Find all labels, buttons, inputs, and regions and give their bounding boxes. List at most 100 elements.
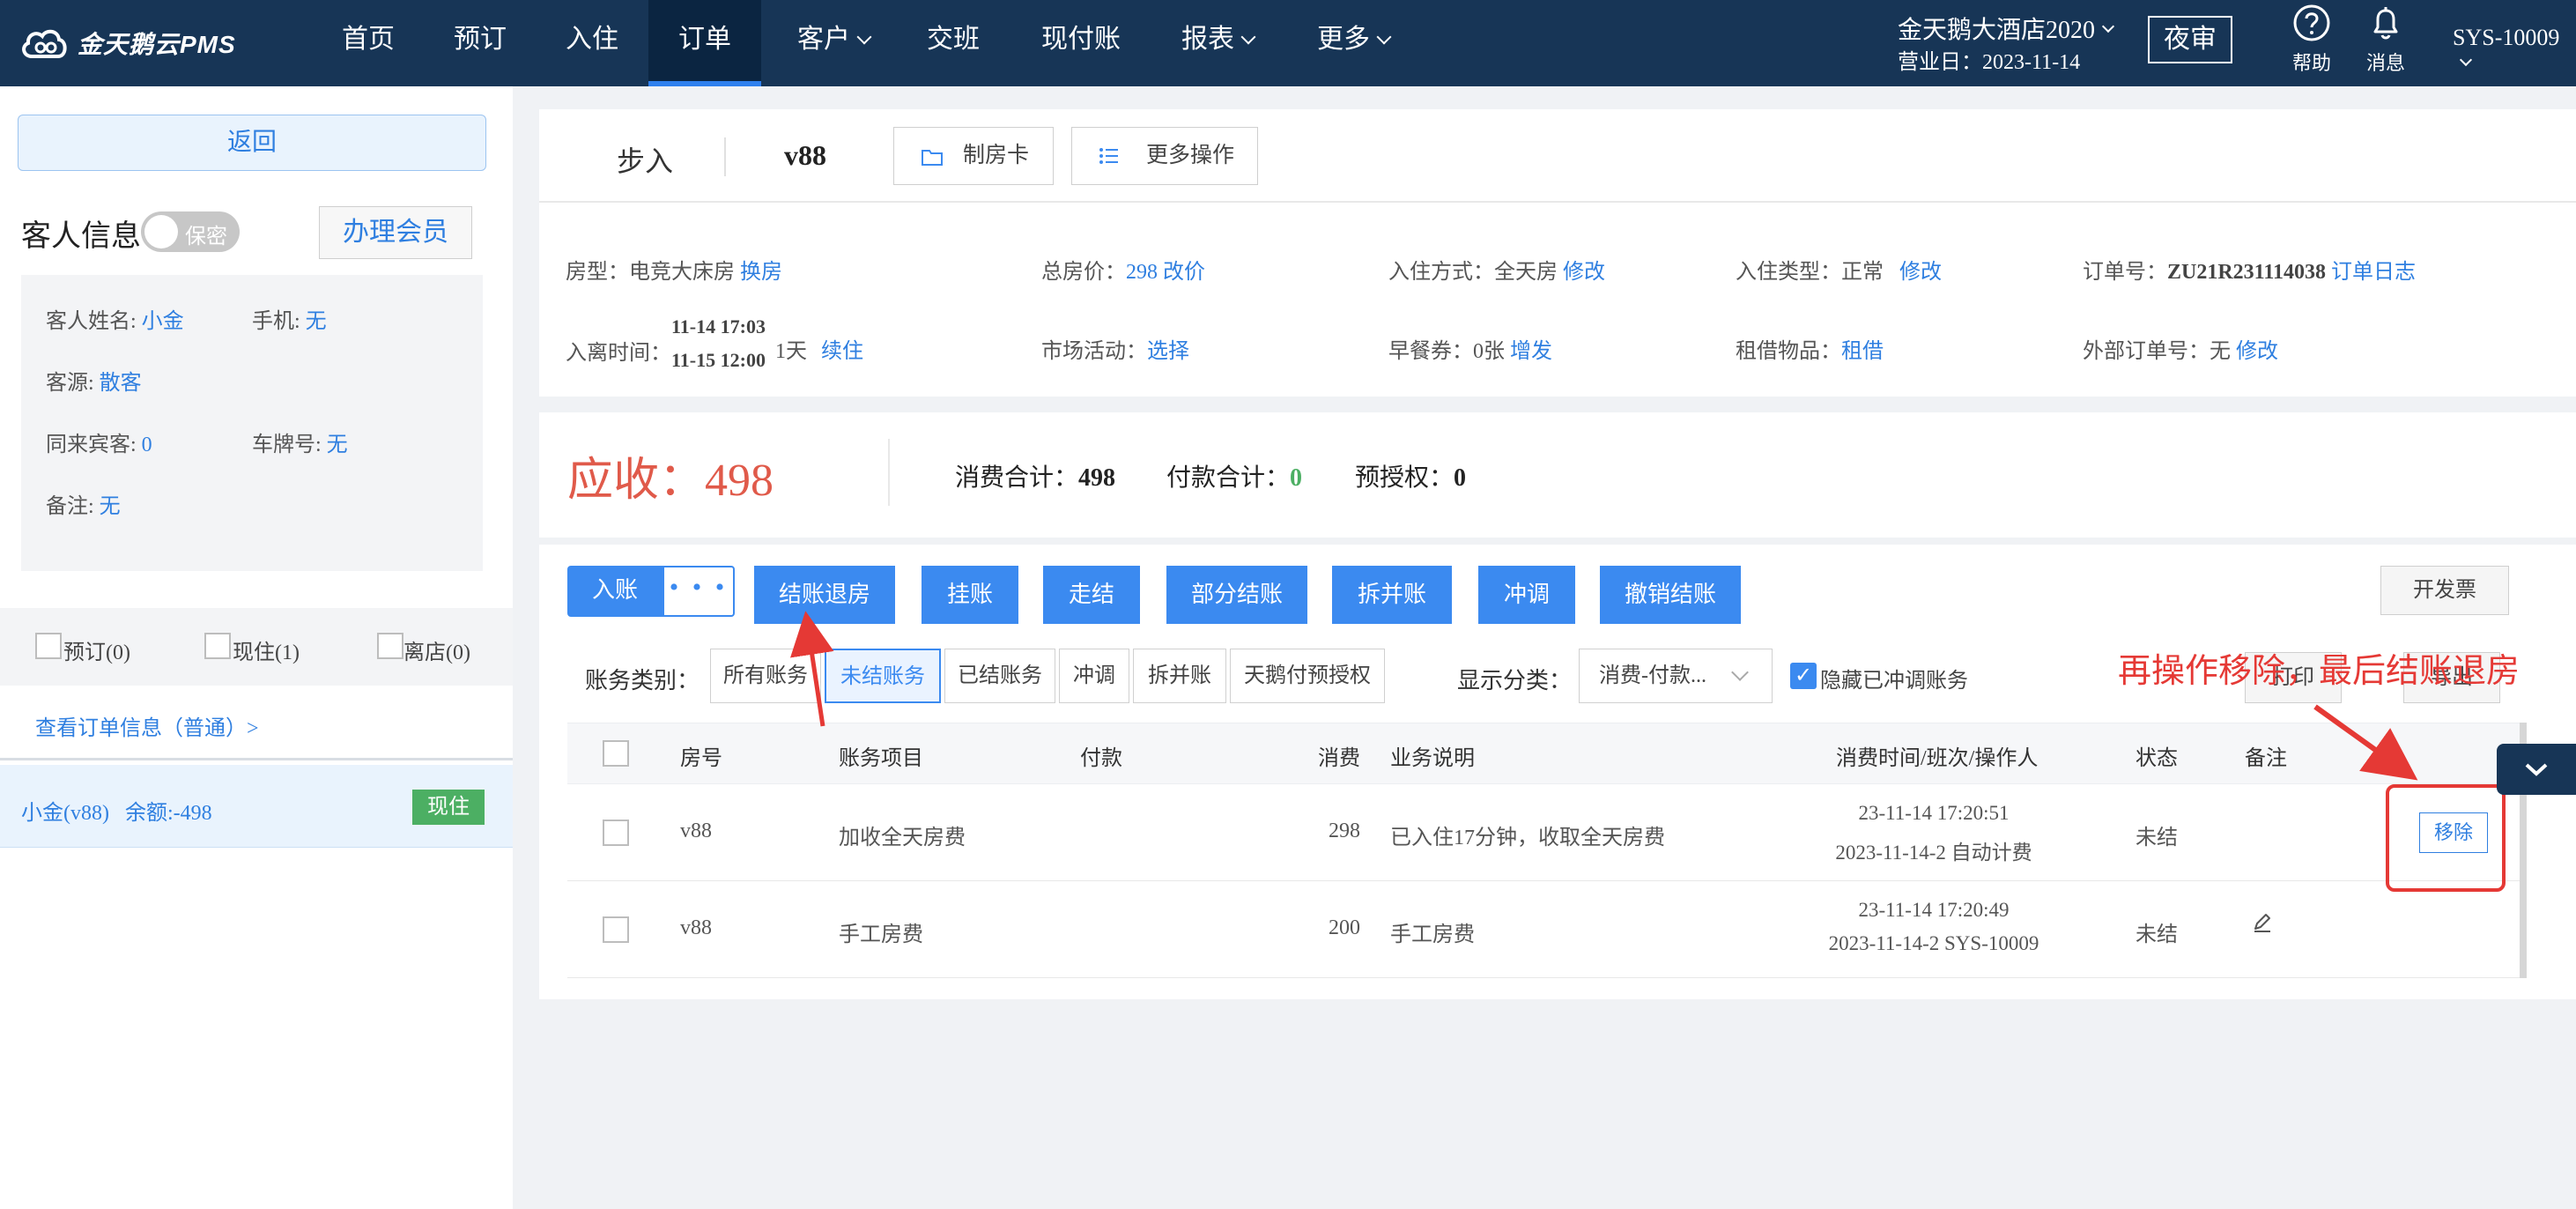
departure-time-value: 11-15 12:00 [671,349,766,371]
rental-link[interactable]: 租借 [1841,340,1884,363]
status-badge: 现住 [412,790,485,825]
nav-more[interactable]: 更多 [1309,0,1397,86]
row-shift-operator: 2023-11-14-2 自动计费 [1835,842,2032,864]
row-checkbox[interactable] [603,820,629,846]
filter-all-accounts[interactable]: 所有账务 [710,649,821,703]
row-item: 手工房费 [839,923,923,946]
divider [724,137,726,176]
arrival-time: 11-14 17:03 [671,315,766,338]
help-button[interactable]: 帮助 [2276,4,2347,76]
source-row: 客源: 散客 [46,365,142,396]
row-status: 未结 [2136,923,2178,946]
rental-label: 租借物品： [1736,340,1841,363]
filter-split-merge[interactable]: 拆并账 [1133,649,1226,703]
remark-row: 备注: 无 [46,488,121,519]
edit-icon[interactable] [2252,913,2273,934]
user-menu[interactable]: SYS-10009 [2453,25,2576,78]
nav-customers-label: 客户 [797,25,850,54]
change-room-link[interactable]: 换房 [740,261,782,284]
app-logo[interactable]: 金天鹅云PMS [19,21,236,65]
nav-reservation[interactable]: 预订 [443,0,517,86]
select-all-checkbox[interactable] [603,740,629,767]
become-member-button[interactable]: 办理会员 [319,206,472,259]
nav-customers[interactable]: 客户 [789,0,877,86]
modify-checkin-type-link[interactable]: 修改 [1899,261,1942,284]
tutorial-highlight-box [2386,784,2506,892]
tab-departed-label[interactable]: 离店(0) [403,634,470,665]
modify-checkin-method-link[interactable]: 修改 [1563,261,1605,284]
post-charge-more-button[interactable]: • • • [663,566,735,617]
cloud-logo-icon [22,29,67,58]
nav-home[interactable]: 首页 [331,0,405,86]
guest-name-link[interactable]: 小金 [142,310,184,333]
filter-settled-accounts[interactable]: 已结账务 [944,649,1055,703]
chevron-down-icon [2459,53,2473,67]
tab-departed-checkbox[interactable] [377,633,403,659]
nav-reports[interactable]: 报表 [1173,0,1262,86]
back-button[interactable]: 返回 [18,115,486,171]
row-time: 23-11-14 17:20:51 [1858,802,2010,824]
nav-cash-account[interactable]: 现付账 [1033,0,1129,86]
market-activity-label: 市场活动： [1041,340,1147,363]
room-type-field: 房型：电竞大床房 换房 [566,254,782,285]
chevron-down-icon [2525,763,2548,776]
post-charge-button[interactable]: 入账 [567,566,663,617]
breakfast-add-link[interactable]: 增发 [1510,340,1552,363]
row-description: 已入住17分钟，收取全天房费 [1390,827,1665,849]
order-log-link[interactable]: 订单日志 [2331,261,2416,284]
breakfast-field: 早餐券：0张 增发 [1388,333,1552,364]
night-audit-button[interactable]: 夜审 [2148,16,2232,63]
tab-reservation-checkbox[interactable] [35,633,62,659]
market-activity-select-link[interactable]: 选择 [1147,340,1189,363]
cancel-checkout-button[interactable]: 撤销结账 [1600,566,1741,624]
partial-checkout-button[interactable]: 部分结账 [1166,566,1307,624]
external-order-modify-link[interactable]: 修改 [2236,340,2278,363]
business-date: 营业日：2023-11-14 [1898,51,2081,74]
hang-account-button[interactable]: 挂账 [922,566,1018,624]
remark-value[interactable]: 无 [100,495,121,518]
nav-checkin[interactable]: 入住 [555,0,629,86]
tab-in-house-checkbox[interactable] [204,633,231,659]
list-icon [1099,148,1118,164]
row-checkbox[interactable] [603,916,629,943]
hide-reversed-label: 隐藏已冲调账务 [1820,670,1968,693]
nav-shift-handover[interactable]: 交班 [916,0,990,86]
change-price-link[interactable]: 改价 [1163,261,1205,284]
total-price-value[interactable]: 298 [1126,261,1158,284]
checkout-button[interactable]: 结账退房 [754,566,895,624]
preauth-total-label: 预授权： [1355,464,1455,492]
phone-value[interactable]: 无 [306,310,327,333]
nav-orders[interactable]: 订单 [648,0,761,86]
row-room: v88 [680,820,712,842]
split-merge-button[interactable]: 拆并账 [1332,566,1452,624]
tab-in-house-label[interactable]: 现住(1) [233,634,300,665]
filter-reversed[interactable]: 冲调 [1059,649,1129,703]
more-operations-button[interactable]: 更多操作 [1071,127,1258,185]
receivable-amount: 应收：498 [567,456,774,506]
walk-settle-button[interactable]: 走结 [1043,566,1140,624]
nav-more-label: 更多 [1317,25,1370,54]
plate-value[interactable]: 无 [327,434,348,456]
filter-unsettled-accounts[interactable]: 未结账务 [825,649,941,703]
messages-button[interactable]: 消息 [2350,4,2421,76]
make-room-card-button[interactable]: 制房卡 [893,127,1054,185]
user-name: SYS-10009 [2453,25,2560,50]
filter-swan-pay-preauth[interactable]: 天鹅付预授权 [1230,649,1385,703]
hide-reversed-checkbox[interactable]: ✓ [1790,663,1817,689]
extend-stay-link[interactable]: 续住 [821,340,863,363]
companions-value[interactable]: 0 [142,434,152,456]
external-order-field: 外部订单号：无 修改 [2083,333,2278,364]
breakfast-label: 早餐券： [1388,340,1473,363]
issue-invoice-button[interactable]: 开发票 [2380,566,2509,615]
chevron-down-icon [1240,29,1256,45]
category-filter-label: 账务类别： [585,668,700,694]
reverse-adjust-button[interactable]: 冲调 [1478,566,1575,624]
divider [539,201,2576,203]
row-status: 未结 [2136,827,2178,849]
hotel-selector[interactable]: 金天鹅大酒店2020 [1898,11,2115,46]
row-shift-operator: 2023-11-14-2 SYS-10009 [1828,932,2039,954]
source-value[interactable]: 散客 [100,372,142,395]
tab-reservation-label[interactable]: 预订(0) [63,634,130,665]
collapse-panel-button[interactable] [2497,744,2576,795]
view-order-info-link[interactable]: 查看订单信息（普通）> [35,710,259,741]
